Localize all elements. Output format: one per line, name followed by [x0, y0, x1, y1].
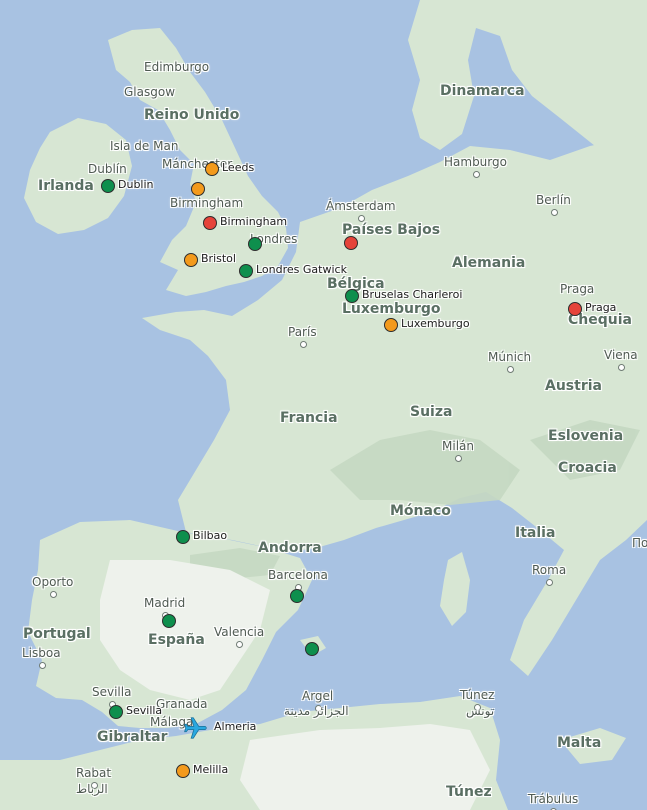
city-dot-paris [299, 341, 307, 348]
city-label-barcelona: Barcelona [268, 568, 328, 582]
city-label-paris: París [288, 325, 317, 339]
airport-label-melilla: Melilla [193, 763, 229, 776]
airport-marker-bilbao[interactable] [176, 530, 190, 544]
city-label-roma: Roma [532, 563, 567, 577]
city-dot-berlin [550, 209, 558, 216]
origin-label: Almeria [214, 720, 257, 733]
city-label-lisboa: Lisboa [22, 646, 61, 660]
airport-label-londres-gatwick: Londres Gatwick [256, 263, 347, 276]
map-view[interactable]: Reino Unido Irlanda Dinamarca Países Bajos A… [0, 0, 647, 810]
airport-marker-barcelona[interactable] [290, 589, 304, 603]
airport-marker-praga[interactable] [568, 302, 582, 316]
city-dot-amsterdam [358, 215, 365, 222]
airport-marker-manchester[interactable] [191, 182, 205, 196]
country-label-francia: Francia [280, 410, 338, 426]
country-label-suiza: Suiza [410, 404, 453, 420]
city-label-podgorica-cut: Подг [632, 536, 647, 550]
country-label-eslovenia: Eslovenia [548, 428, 624, 444]
airport-marker-birmingham[interactable] [203, 216, 217, 230]
country-label-andorra: Andorra [258, 540, 322, 556]
country-label-paises-bajos: Países Bajos [342, 222, 441, 238]
city-label-rabat-ar: الرباط [76, 782, 108, 796]
airport-marker-dublin[interactable] [101, 179, 115, 193]
city-dot-roma [546, 579, 553, 586]
airport-label-dublin: Dublin [118, 178, 154, 191]
country-label-luxemburgo: Luxemburgo [342, 301, 441, 317]
country-label-espana: España [148, 632, 205, 648]
city-label-sevilla: Sevilla [92, 685, 132, 699]
airport-marker-madrid[interactable] [162, 614, 176, 628]
country-label-dinamarca: Dinamarca [440, 83, 525, 99]
airport-marker-londres-gatwick[interactable] [239, 264, 253, 278]
airport-marker-bruselas-charleroi[interactable] [345, 289, 359, 303]
city-label-glasgow: Glasgow [124, 85, 176, 99]
city-label-trabulus: Trábulus [528, 792, 579, 806]
city-label-milan: Milán [442, 439, 474, 453]
airport-label-birmingham: Birmingham [220, 215, 288, 228]
airport-marker-sevilla[interactable] [109, 705, 123, 719]
city-label-amsterdam: Ámsterdam [326, 199, 396, 213]
city-label-isla-de-man: Isla de Man [110, 139, 179, 153]
city-label-praga: Praga [560, 282, 595, 296]
country-label-portugal: Portugal [23, 626, 91, 642]
city-label-birmingham: Birmingham [170, 196, 244, 210]
country-label-malta: Malta [557, 735, 602, 751]
airplane-icon[interactable] [183, 715, 209, 741]
country-label-irlanda: Irlanda [38, 178, 94, 194]
country-label-tunez: Túnez [446, 784, 492, 800]
city-dot-oporto [49, 591, 57, 598]
city-label-argel-ar: الجزائر مدينة [284, 704, 349, 718]
airport-label-bilbao: Bilbao [193, 529, 228, 542]
city-dot-lisboa [38, 662, 46, 669]
city-label-valencia: Valencia [214, 625, 265, 639]
city-label-tunez-ar: تونس [466, 704, 495, 718]
country-label-croacia: Croacia [558, 460, 617, 476]
city-label-rabat: Rabat [76, 766, 112, 780]
airport-label-luxemburgo: Luxemburgo [401, 317, 470, 330]
airport-marker-bristol[interactable] [184, 253, 198, 267]
airport-label-bristol: Bristol [201, 252, 236, 265]
airport-marker-amsterdam[interactable] [344, 236, 358, 250]
airport-label-leeds: Leeds [222, 161, 255, 174]
country-label-alemania: Alemania [452, 255, 526, 271]
city-label-berlin: Berlín [536, 193, 571, 207]
city-label-viena: Viena [604, 348, 638, 362]
city-label-madrid: Madrid [144, 596, 186, 610]
country-label-italia: Italia [515, 525, 556, 541]
airport-marker-luxemburgo[interactable] [384, 318, 398, 332]
city-dot-munich [506, 366, 514, 373]
city-label-tunez-city: Túnez [460, 688, 495, 702]
airport-marker-leeds[interactable] [205, 162, 219, 176]
airport-label-praga: Praga [585, 301, 617, 314]
city-label-munich: Múnich [488, 350, 532, 364]
city-dot-milan [455, 455, 462, 462]
city-dot-hamburgo [472, 171, 480, 178]
country-label-monaco: Mónaco [390, 503, 451, 519]
city-label-argel: Argel [302, 689, 334, 703]
country-label-reino-unido: Reino Unido [144, 107, 240, 123]
country-label-gibraltar: Gibraltar [97, 729, 168, 745]
city-label-granada: Granada [156, 697, 208, 711]
city-label-hamburgo: Hamburgo [444, 155, 507, 169]
airport-marker-melilla[interactable] [176, 764, 190, 778]
airport-label-bruselas-charleroi: Bruselas Charleroi [362, 288, 463, 301]
city-label-oporto: Oporto [32, 575, 74, 589]
city-dot-valencia [236, 641, 243, 648]
city-label-edimburgo: Edimburgo [144, 60, 210, 74]
country-label-austria: Austria [545, 378, 602, 394]
city-dot-viena [618, 364, 625, 371]
airport-marker-ibiza[interactable] [305, 642, 319, 656]
airport-label-sevilla: Sevilla [126, 704, 163, 717]
airport-marker-londres[interactable] [248, 237, 262, 251]
city-label-dublin: Dublín [88, 162, 127, 176]
